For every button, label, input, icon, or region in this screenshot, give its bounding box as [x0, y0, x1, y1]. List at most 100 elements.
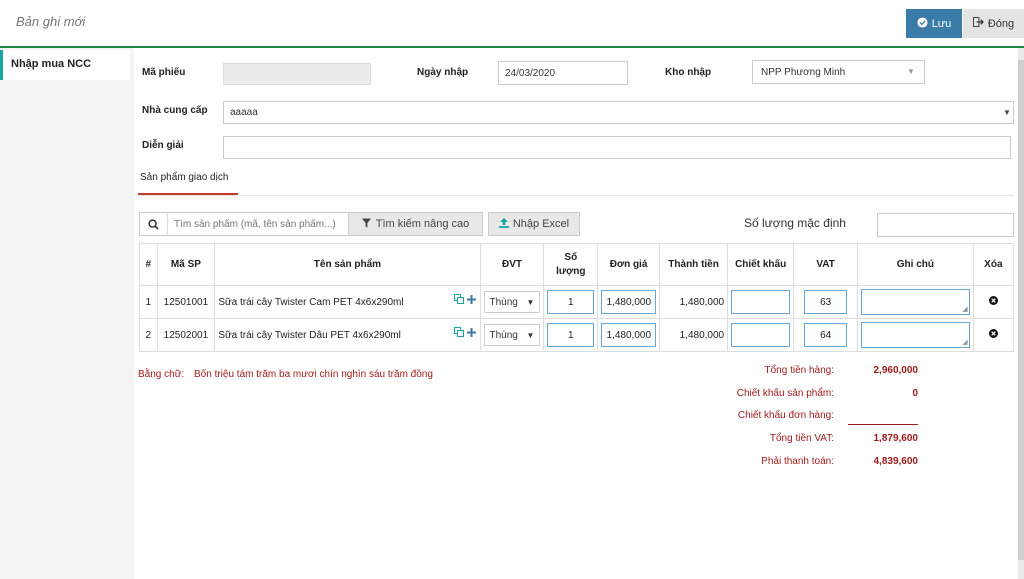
copy-icon[interactable] — [453, 327, 464, 340]
qty-input[interactable]: 1 — [547, 323, 595, 347]
total-vat-label: Tổng tiền VAT: — [769, 433, 834, 444]
import-excel-button[interactable]: Nhập Excel — [488, 212, 580, 236]
note-input[interactable]: ◢ — [861, 289, 970, 315]
row-note-cell: ◢ — [857, 318, 974, 352]
total-goods-value: 2,960,000 — [873, 365, 919, 376]
receipt-code-label: Mã phiếu — [142, 67, 186, 78]
row-vat-cell: 64 — [793, 318, 859, 352]
default-qty-input[interactable] — [877, 213, 1014, 237]
row-name: Sữa trái cây Twister Dâu PET 4x6x290ml — [218, 329, 401, 341]
amount-words-label: Bằng chữ: — [138, 369, 185, 380]
row-vat-cell: 63 — [793, 285, 859, 319]
row-delete-cell — [972, 318, 1015, 352]
close-icon — [972, 17, 984, 30]
sidebar-item-label: Nhập mua NCC — [11, 58, 92, 70]
resize-grip-icon[interactable]: ◢ — [962, 306, 967, 313]
resize-grip-icon[interactable]: ◢ — [962, 339, 967, 346]
supplier-value: aaaaa — [230, 107, 258, 118]
advanced-search-button[interactable]: Tìm kiếm nâng cao — [348, 213, 482, 235]
advanced-search-label: Tìm kiếm nâng cao — [375, 218, 470, 230]
col-discount: Chiết khấu — [727, 243, 795, 286]
filter-icon — [361, 218, 371, 231]
row-code: 12501001 — [156, 285, 216, 319]
date-field[interactable]: 24/03/2020 — [498, 61, 628, 85]
description-label: Diễn giải — [142, 140, 184, 151]
col-qty-line2: lượng — [556, 265, 586, 277]
note-input[interactable]: ◢ — [861, 322, 970, 348]
unit-value: Thùng — [489, 329, 518, 341]
vat-input[interactable]: 63 — [804, 290, 848, 314]
vat-input[interactable]: 64 — [804, 323, 848, 347]
receipt-code-field[interactable] — [223, 63, 371, 85]
row-unit-cell: Thùng ▼ — [479, 285, 545, 319]
order-discount-underline — [848, 424, 918, 425]
total-goods-label: Tổng tiền hàng: — [764, 365, 835, 376]
date-label: Ngày nhập — [417, 67, 469, 78]
save-icon — [917, 16, 928, 31]
price-input[interactable]: 1,480,000 — [601, 290, 657, 314]
row-discount-cell — [727, 318, 795, 352]
row-qty-cell: 1 — [543, 285, 599, 319]
warehouse-select[interactable]: NPP Phương Minh — [752, 60, 925, 84]
row-amount: 1,480,000 — [659, 318, 729, 352]
table-row: 2 12502001 Sữa trái cây Twister Dâu PET … — [139, 318, 1015, 352]
qty-input[interactable]: 1 — [547, 290, 595, 314]
tab-bar-divider — [134, 195, 1014, 196]
save-button[interactable]: Lưu — [906, 9, 962, 38]
warehouse-value: NPP Phương Minh — [761, 66, 846, 78]
description-field[interactable] — [223, 136, 1011, 159]
payable-value: 4,839,600 — [873, 456, 919, 467]
plus-icon[interactable] — [466, 327, 476, 340]
discount-input[interactable] — [731, 323, 791, 347]
tab-products[interactable]: Sản phẩm giao dịch — [140, 172, 228, 183]
search-icon[interactable] — [140, 213, 168, 235]
row-note-cell: ◢ — [857, 285, 974, 319]
supplier-select[interactable]: aaaaa — [223, 101, 1014, 124]
close-button[interactable]: Đóng — [963, 9, 1024, 38]
chevron-down-icon: ▼ — [526, 330, 535, 340]
product-discount-value: 0 — [912, 388, 918, 399]
table-row: 1 12501001 Sữa trái cây Twister Cam PET … — [139, 285, 1015, 319]
row-amount: 1,480,000 — [659, 285, 729, 319]
price-input[interactable]: 1,480,000 — [601, 323, 657, 347]
import-excel-label: Nhập Excel — [512, 218, 570, 230]
row-price-cell: 1,480,000 — [597, 285, 661, 319]
close-label: Đóng — [987, 17, 1015, 30]
scrollbar-thumb[interactable] — [1018, 60, 1024, 560]
product-search-input[interactable] — [168, 213, 348, 235]
unit-select[interactable]: Thùng ▼ — [483, 291, 541, 313]
sidebar-item-nhap-mua-ncc[interactable]: Nhập mua NCC — [0, 50, 130, 80]
row-unit-cell: Thùng ▼ — [479, 318, 545, 352]
unit-value: Thùng — [489, 296, 518, 308]
total-vat-value: 1,879,600 — [873, 433, 919, 444]
copy-icon[interactable] — [453, 294, 464, 307]
col-qty-line1: Số — [564, 251, 578, 263]
chevron-down-icon: ▼ — [1003, 108, 1011, 117]
row-code: 12502001 — [156, 318, 216, 352]
page-title: Bản ghi mới — [16, 14, 86, 29]
col-unit: ĐVT — [479, 243, 545, 286]
row-name-cell: Sữa trái cây Twister Cam PET 4x6x290ml — [214, 285, 481, 319]
col-index: # — [139, 243, 158, 286]
row-name: Sữa trái cây Twister Cam PET 4x6x290ml — [218, 296, 404, 308]
delete-icon[interactable] — [988, 296, 998, 308]
chevron-down-icon: ▼ — [907, 67, 915, 76]
product-table: # Mã SP Tên sản phẩm ĐVT Số lượng Đơn giá… — [139, 243, 1015, 352]
row-index: 1 — [139, 285, 158, 319]
order-discount-label: Chiết khấu đơn hàng: — [737, 410, 834, 421]
col-amount: Thành tiền — [659, 243, 729, 286]
chevron-down-icon: ▼ — [526, 297, 535, 307]
default-qty-label: Số lượng mặc định — [744, 216, 846, 230]
unit-select[interactable]: Thùng ▼ — [483, 324, 541, 346]
top-bar: Bản ghi mới Lưu Đóng — [0, 0, 1024, 47]
product-discount-label: Chiết khấu sản phẩm: — [736, 388, 834, 399]
discount-input[interactable] — [731, 290, 791, 314]
plus-icon[interactable] — [466, 294, 476, 307]
delete-icon[interactable] — [988, 329, 998, 341]
col-vat: VAT — [793, 243, 859, 286]
payable-label: Phải thanh toán: — [761, 456, 834, 467]
supplier-label: Nhà cung cấp — [142, 105, 208, 116]
row-price-cell: 1,480,000 — [597, 318, 661, 352]
row-name-cell: Sữa trái cây Twister Dâu PET 4x6x290ml — [214, 318, 481, 352]
row-index: 2 — [139, 318, 158, 352]
